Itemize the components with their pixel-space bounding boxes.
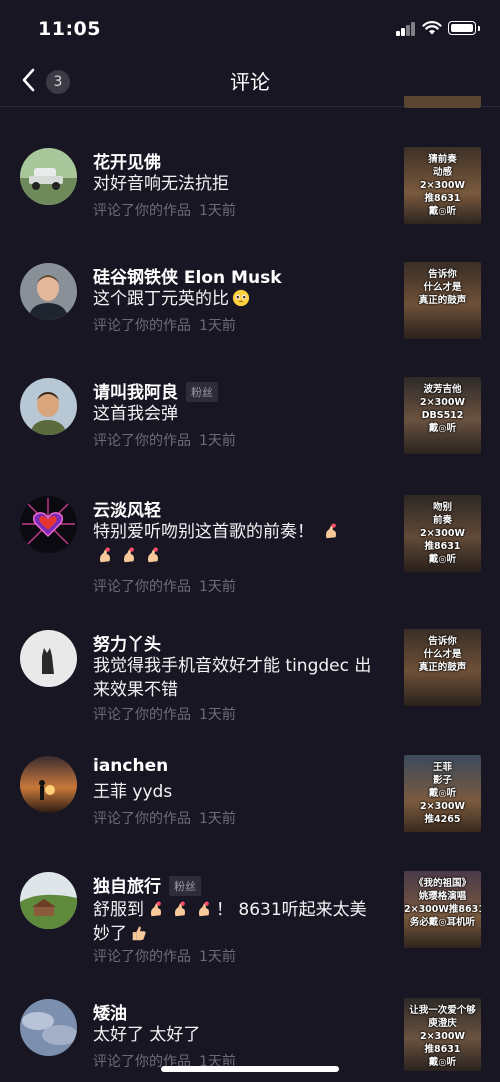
video-thumbnail[interactable]: 猜前奏 动感 2×300W 推8631 戴◎听 (404, 147, 481, 224)
comment-time: 1天前 (199, 579, 236, 595)
battery-icon (448, 21, 480, 35)
previous-video-thumbnail-edge[interactable] (404, 96, 481, 108)
comment-text: 这个跟丁元英的比 (93, 287, 373, 311)
video-thumbnail[interactable]: 告诉你 什么才是 真正的鼓声 (404, 629, 481, 706)
sunset-silhouette-icon (20, 756, 77, 813)
cellular-signal-icon (396, 22, 416, 36)
comment-action: 评论了你的作品 (93, 811, 191, 827)
user-name[interactable]: 请叫我阿良 粉丝 (93, 378, 218, 403)
portrait-man-suit-icon (20, 263, 77, 320)
comment-time: 1天前 (199, 318, 236, 334)
child-portrait-icon (20, 378, 77, 435)
comment-text-part: 舒服到 (93, 900, 144, 920)
comment-text: 王菲 yyds (93, 782, 173, 802)
thumbnail-caption: 告诉你 什么才是 真正的鼓声 (418, 636, 467, 673)
thumbnail-caption: 告诉你 什么才是 真正的鼓声 (418, 269, 467, 306)
user-name[interactable]: 独自旅行 粉丝 (93, 872, 201, 897)
wifi-icon (422, 21, 442, 35)
thumbnail-caption: 王菲 影子 戴◎听 2×300W 推4265 (420, 762, 465, 825)
user-name[interactable]: 努力丫头 (93, 630, 161, 655)
comment-text: 这首我会弹 (93, 404, 178, 424)
comment-action: 评论了你的作品 (93, 318, 191, 334)
vintage-car-icon (20, 148, 77, 205)
user-avatar[interactable] (20, 496, 77, 553)
user-avatar[interactable] (20, 378, 77, 435)
comment-time: 1天前 (199, 949, 236, 965)
video-thumbnail[interactable]: 告诉你 什么才是 真正的鼓声 (404, 262, 481, 339)
user-name-text: 独自旅行 (93, 877, 161, 897)
comment-text: 对好音响无法抗拒 (93, 174, 229, 194)
comment-time: 1天前 (199, 203, 236, 219)
thumbnail-caption: 猜前奏 动感 2×300W 推8631 戴◎听 (420, 154, 465, 217)
home-indicator[interactable] (161, 1066, 339, 1072)
thumbnail-caption: 吻别 前奏 2×300W 推8631 戴◎听 (420, 502, 465, 565)
user-name[interactable]: 矮油 (93, 999, 127, 1024)
finger-heart-emoji-icon (99, 547, 111, 563)
user-name[interactable]: 硅谷钢铁侠 Elon Musk (93, 263, 282, 288)
comment-meta: 评论了你的作品 1天前 (93, 946, 236, 966)
status-time: 11:05 (38, 18, 101, 40)
user-avatar[interactable] (20, 999, 77, 1056)
finger-heart-emoji-icon (123, 547, 135, 563)
heart-icon (20, 496, 77, 553)
comment-text: 太好了 太好了 (93, 1025, 201, 1045)
finger-heart-emoji-icon (150, 901, 162, 917)
user-name[interactable]: ianchen (93, 756, 168, 776)
comment-action: 评论了你的作品 (93, 949, 191, 965)
user-avatar[interactable] (20, 263, 77, 320)
finger-heart-emoji-icon (174, 901, 186, 917)
comment-time: 1天前 (199, 811, 236, 827)
status-bar: 11:05 (0, 0, 500, 56)
video-thumbnail[interactable]: 王菲 影子 戴◎听 2×300W 推4265 (404, 755, 481, 832)
comment-meta: 评论了你的作品 1天前 (93, 704, 236, 724)
landscape-icon (20, 872, 77, 929)
thumbnail-caption: 《我的祖国》 姚璎格演唱 2×300W推8631 务必戴◎耳机听 (404, 878, 481, 928)
comment-time: 1天前 (199, 433, 236, 449)
comment-text: 舒服到！ 8631听起来太美妙了 (93, 898, 373, 946)
user-avatar[interactable] (20, 148, 77, 205)
finger-heart-emoji-icon (198, 901, 210, 917)
comment-action: 评论了你的作品 (93, 707, 191, 723)
thumbs-up-emoji-icon (132, 926, 146, 941)
user-avatar[interactable] (20, 872, 77, 929)
comment-meta: 评论了你的作品 1天前 (93, 430, 236, 450)
video-thumbnail[interactable]: 吻别 前奏 2×300W 推8631 戴◎听 (404, 495, 481, 572)
user-avatar[interactable] (20, 630, 77, 687)
comment-text: 特别爱听吻别这首歌的前奏！ (93, 520, 373, 568)
comment-time: 1天前 (199, 707, 236, 723)
user-name[interactable]: 云淡风轻 (93, 496, 161, 521)
comment-meta: 评论了你的作品 1天前 (93, 808, 236, 828)
comment-action: 评论了你的作品 (93, 203, 191, 219)
comment-meta: 评论了你的作品 1天前 (93, 315, 236, 335)
finger-heart-emoji-icon (147, 547, 159, 563)
video-thumbnail[interactable]: 《我的祖国》 姚璎格演唱 2×300W推8631 务必戴◎耳机听 (404, 871, 481, 948)
sky-clouds-icon (20, 999, 77, 1056)
comment-meta: 评论了你的作品 1天前 (93, 200, 236, 220)
video-thumbnail[interactable]: 让我一次爱个够 庾澄庆 2×300W 推8631 戴◎听 (404, 998, 481, 1071)
finger-heart-emoji-icon (326, 523, 337, 539)
user-name[interactable]: 花开见佛 (93, 148, 161, 173)
thumbnail-caption: 让我一次爱个够 庾澄庆 2×300W 推8631 戴◎听 (409, 1005, 476, 1068)
user-avatar[interactable] (20, 756, 77, 813)
comment-action: 评论了你的作品 (93, 433, 191, 449)
comment-text-content: 特别爱听吻别这首歌的前奏！ (93, 522, 314, 542)
comment-meta: 评论了你的作品 1天前 (93, 576, 236, 596)
pleading-face-emoji-icon (232, 289, 250, 307)
fan-tag: 粉丝 (169, 876, 201, 896)
fan-tag: 粉丝 (186, 382, 218, 402)
comment-text-content: 这个跟丁元英的比 (93, 289, 229, 309)
user-name-text: 请叫我阿良 (93, 383, 178, 403)
cat-silhouette-icon (20, 630, 77, 687)
video-thumbnail[interactable]: 波芳吉他 2×300W DBS512 戴◎听 (404, 377, 481, 454)
comment-text: 我觉得我手机音效好才能 tingdec 出来效果不错 (93, 656, 372, 700)
thumbnail-caption: 波芳吉他 2×300W DBS512 戴◎听 (420, 384, 465, 434)
page-title: 评论 (230, 70, 270, 94)
comment-action: 评论了你的作品 (93, 579, 191, 595)
